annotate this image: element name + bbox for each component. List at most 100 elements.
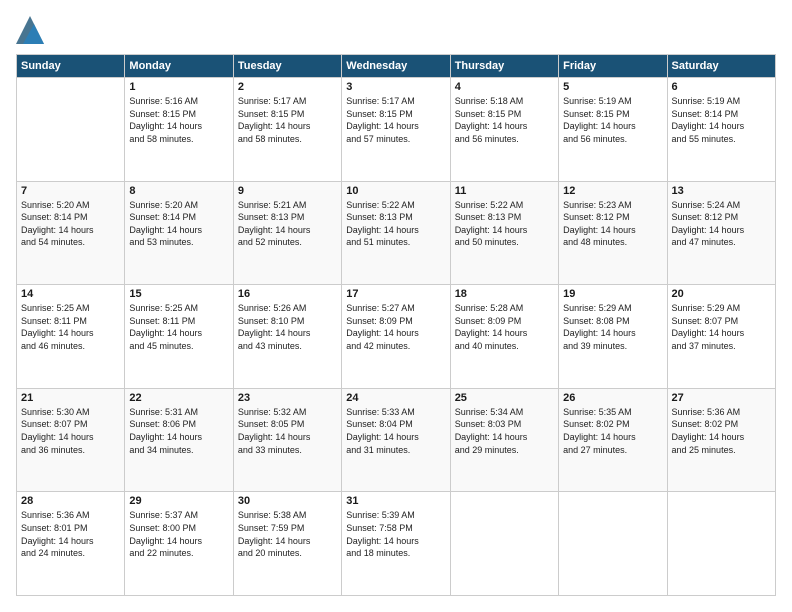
- calendar-cell: 17 Sunrise: 5:27 AM Sunset: 8:09 PM Dayli…: [342, 285, 450, 389]
- day-number: 18: [455, 288, 554, 300]
- day-info: Sunrise: 5:17 AM Sunset: 8:15 PM Dayligh…: [238, 95, 337, 145]
- day-info: Sunrise: 5:25 AM Sunset: 8:11 PM Dayligh…: [129, 302, 228, 352]
- day-info: Sunrise: 5:32 AM Sunset: 8:05 PM Dayligh…: [238, 406, 337, 456]
- calendar-cell: 15 Sunrise: 5:25 AM Sunset: 8:11 PM Dayli…: [125, 285, 233, 389]
- day-info: Sunrise: 5:19 AM Sunset: 8:14 PM Dayligh…: [672, 95, 771, 145]
- calendar-cell: [17, 78, 125, 182]
- day-number: 16: [238, 288, 337, 300]
- day-number: 14: [21, 288, 120, 300]
- calendar-cell: 6 Sunrise: 5:19 AM Sunset: 8:14 PM Daylig…: [667, 78, 775, 182]
- day-number: 13: [672, 185, 771, 197]
- calendar-cell: 22 Sunrise: 5:31 AM Sunset: 8:06 PM Dayli…: [125, 388, 233, 492]
- calendar-table: SundayMondayTuesdayWednesdayThursdayFrid…: [16, 54, 776, 596]
- day-info: Sunrise: 5:18 AM Sunset: 8:15 PM Dayligh…: [455, 95, 554, 145]
- calendar-cell: 27 Sunrise: 5:36 AM Sunset: 8:02 PM Dayli…: [667, 388, 775, 492]
- day-info: Sunrise: 5:28 AM Sunset: 8:09 PM Dayligh…: [455, 302, 554, 352]
- day-number: 27: [672, 392, 771, 404]
- day-info: Sunrise: 5:27 AM Sunset: 8:09 PM Dayligh…: [346, 302, 445, 352]
- page: SundayMondayTuesdayWednesdayThursdayFrid…: [0, 0, 792, 612]
- calendar-cell: 3 Sunrise: 5:17 AM Sunset: 8:15 PM Daylig…: [342, 78, 450, 182]
- day-number: 6: [672, 81, 771, 93]
- day-number: 11: [455, 185, 554, 197]
- day-info: Sunrise: 5:31 AM Sunset: 8:06 PM Dayligh…: [129, 406, 228, 456]
- day-info: Sunrise: 5:36 AM Sunset: 8:02 PM Dayligh…: [672, 406, 771, 456]
- calendar-cell: 8 Sunrise: 5:20 AM Sunset: 8:14 PM Daylig…: [125, 181, 233, 285]
- day-number: 5: [563, 81, 662, 93]
- calendar-cell: 16 Sunrise: 5:26 AM Sunset: 8:10 PM Dayli…: [233, 285, 341, 389]
- day-number: 3: [346, 81, 445, 93]
- calendar-cell: 12 Sunrise: 5:23 AM Sunset: 8:12 PM Dayli…: [559, 181, 667, 285]
- calendar-cell: 7 Sunrise: 5:20 AM Sunset: 8:14 PM Daylig…: [17, 181, 125, 285]
- day-number: 21: [21, 392, 120, 404]
- day-info: Sunrise: 5:33 AM Sunset: 8:04 PM Dayligh…: [346, 406, 445, 456]
- day-number: 7: [21, 185, 120, 197]
- calendar-cell: 4 Sunrise: 5:18 AM Sunset: 8:15 PM Daylig…: [450, 78, 558, 182]
- day-info: Sunrise: 5:34 AM Sunset: 8:03 PM Dayligh…: [455, 406, 554, 456]
- calendar-cell: 13 Sunrise: 5:24 AM Sunset: 8:12 PM Dayli…: [667, 181, 775, 285]
- day-info: Sunrise: 5:20 AM Sunset: 8:14 PM Dayligh…: [21, 199, 120, 249]
- day-number: 17: [346, 288, 445, 300]
- day-number: 9: [238, 185, 337, 197]
- day-number: 1: [129, 81, 228, 93]
- calendar-cell: 30 Sunrise: 5:38 AM Sunset: 7:59 PM Dayli…: [233, 492, 341, 596]
- calendar-cell: 24Sunrise: 5:33 AM Sunset: 8:04 PM Dayli…: [342, 388, 450, 492]
- header: [16, 16, 776, 44]
- calendar-header-monday: Monday: [125, 55, 233, 78]
- calendar-header-row: SundayMondayTuesdayWednesdayThursdayFrid…: [17, 55, 776, 78]
- day-info: Sunrise: 5:20 AM Sunset: 8:14 PM Dayligh…: [129, 199, 228, 249]
- day-info: Sunrise: 5:17 AM Sunset: 8:15 PM Dayligh…: [346, 95, 445, 145]
- day-info: Sunrise: 5:36 AM Sunset: 8:01 PM Dayligh…: [21, 509, 120, 559]
- day-info: Sunrise: 5:37 AM Sunset: 8:00 PM Dayligh…: [129, 509, 228, 559]
- day-number: 30: [238, 495, 337, 507]
- calendar-cell: 31Sunrise: 5:39 AM Sunset: 7:58 PM Dayli…: [342, 492, 450, 596]
- day-number: 10: [346, 185, 445, 197]
- day-number: 23: [238, 392, 337, 404]
- day-number: 15: [129, 288, 228, 300]
- day-info: Sunrise: 5:22 AM Sunset: 8:13 PM Dayligh…: [346, 199, 445, 249]
- day-info: Sunrise: 5:19 AM Sunset: 8:15 PM Dayligh…: [563, 95, 662, 145]
- calendar-week-1: 1Sunrise: 5:16 AM Sunset: 8:15 PM Daylig…: [17, 78, 776, 182]
- day-info: Sunrise: 5:35 AM Sunset: 8:02 PM Dayligh…: [563, 406, 662, 456]
- logo: [16, 16, 48, 44]
- day-number: 22: [129, 392, 228, 404]
- calendar-header-friday: Friday: [559, 55, 667, 78]
- day-info: Sunrise: 5:21 AM Sunset: 8:13 PM Dayligh…: [238, 199, 337, 249]
- calendar-cell: [450, 492, 558, 596]
- day-number: 2: [238, 81, 337, 93]
- day-number: 25: [455, 392, 554, 404]
- calendar-cell: 21 Sunrise: 5:30 AM Sunset: 8:07 PM Dayli…: [17, 388, 125, 492]
- day-number: 26: [563, 392, 662, 404]
- calendar-header-tuesday: Tuesday: [233, 55, 341, 78]
- day-info: Sunrise: 5:30 AM Sunset: 8:07 PM Dayligh…: [21, 406, 120, 456]
- calendar-cell: 10 Sunrise: 5:22 AM Sunset: 8:13 PM Dayli…: [342, 181, 450, 285]
- calendar-header-thursday: Thursday: [450, 55, 558, 78]
- day-info: Sunrise: 5:24 AM Sunset: 8:12 PM Dayligh…: [672, 199, 771, 249]
- calendar-cell: 29 Sunrise: 5:37 AM Sunset: 8:00 PM Dayli…: [125, 492, 233, 596]
- calendar-cell: 19Sunrise: 5:29 AM Sunset: 8:08 PM Dayli…: [559, 285, 667, 389]
- calendar-header-saturday: Saturday: [667, 55, 775, 78]
- day-info: Sunrise: 5:29 AM Sunset: 8:08 PM Dayligh…: [563, 302, 662, 352]
- calendar-cell: [667, 492, 775, 596]
- calendar-cell: 25 Sunrise: 5:34 AM Sunset: 8:03 PM Dayli…: [450, 388, 558, 492]
- calendar-week-4: 21 Sunrise: 5:30 AM Sunset: 8:07 PM Dayli…: [17, 388, 776, 492]
- calendar-header-wednesday: Wednesday: [342, 55, 450, 78]
- day-number: 29: [129, 495, 228, 507]
- day-number: 28: [21, 495, 120, 507]
- calendar-cell: 23 Sunrise: 5:32 AM Sunset: 8:05 PM Dayli…: [233, 388, 341, 492]
- day-info: Sunrise: 5:29 AM Sunset: 8:07 PM Dayligh…: [672, 302, 771, 352]
- calendar-cell: 11Sunrise: 5:22 AM Sunset: 8:13 PM Dayli…: [450, 181, 558, 285]
- day-info: Sunrise: 5:26 AM Sunset: 8:10 PM Dayligh…: [238, 302, 337, 352]
- calendar-cell: 28 Sunrise: 5:36 AM Sunset: 8:01 PM Dayli…: [17, 492, 125, 596]
- day-number: 4: [455, 81, 554, 93]
- calendar-cell: 18 Sunrise: 5:28 AM Sunset: 8:09 PM Dayli…: [450, 285, 558, 389]
- day-info: Sunrise: 5:38 AM Sunset: 7:59 PM Dayligh…: [238, 509, 337, 559]
- day-number: 31: [346, 495, 445, 507]
- day-number: 8: [129, 185, 228, 197]
- calendar-cell: 2 Sunrise: 5:17 AM Sunset: 8:15 PM Daylig…: [233, 78, 341, 182]
- calendar-header-sunday: Sunday: [17, 55, 125, 78]
- calendar-week-5: 28 Sunrise: 5:36 AM Sunset: 8:01 PM Dayli…: [17, 492, 776, 596]
- day-info: Sunrise: 5:23 AM Sunset: 8:12 PM Dayligh…: [563, 199, 662, 249]
- day-number: 12: [563, 185, 662, 197]
- logo-icon: [16, 16, 44, 44]
- calendar-cell: 9 Sunrise: 5:21 AM Sunset: 8:13 PM Daylig…: [233, 181, 341, 285]
